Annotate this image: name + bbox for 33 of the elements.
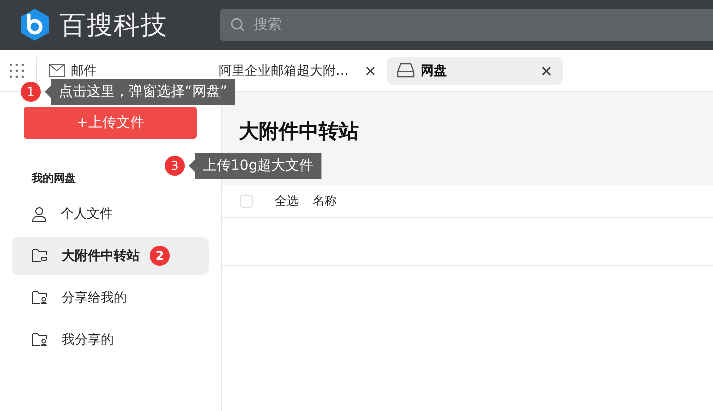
- item-label: 分享给我的: [62, 290, 127, 307]
- upload-button[interactable]: +上传文件: [24, 107, 197, 139]
- sidebar-item[interactable]: 分享给我的: [12, 279, 209, 317]
- sidebar-item[interactable]: 我分享的: [12, 321, 209, 359]
- folder-user-icon: [32, 333, 48, 347]
- search-field[interactable]: 搜索: [220, 9, 713, 41]
- apps-grid-icon[interactable]: [10, 64, 24, 78]
- drive-icon: [397, 63, 415, 78]
- logo-icon: [18, 8, 52, 42]
- close-icon[interactable]: ×: [540, 62, 553, 80]
- tooltip: 点击这里，弹窗选择“网盘”: [45, 79, 236, 105]
- search-icon: [231, 18, 245, 32]
- tab[interactable]: 网盘 ×: [387, 56, 563, 84]
- folder-clip-icon: [32, 249, 48, 263]
- column-header: 名称: [313, 192, 337, 210]
- step-badge: 2: [150, 246, 170, 266]
- sidebar-item[interactable]: 大附件中转站 2: [12, 237, 209, 275]
- checkbox[interactable]: [240, 194, 253, 208]
- folder-user-icon: [32, 291, 48, 305]
- item-label: 个人文件: [61, 206, 113, 223]
- tooltip: 上传10g超大文件: [189, 153, 322, 179]
- page-title: 大附件中转站: [239, 118, 359, 145]
- logo-text: 百搜科技: [60, 10, 168, 42]
- user-icon: [32, 206, 47, 222]
- close-icon[interactable]: ×: [364, 62, 377, 80]
- column-header[interactable]: 全选: [275, 192, 299, 210]
- item-label: 我分享的: [62, 332, 114, 349]
- sidebar-item[interactable]: 个人文件: [12, 195, 209, 233]
- item-label: 大附件中转站: [62, 248, 140, 265]
- mail-icon: [49, 64, 65, 77]
- step-badge: 1: [21, 82, 41, 102]
- section-title: 我的网盘: [32, 171, 77, 187]
- step-badge: 3: [165, 156, 185, 176]
